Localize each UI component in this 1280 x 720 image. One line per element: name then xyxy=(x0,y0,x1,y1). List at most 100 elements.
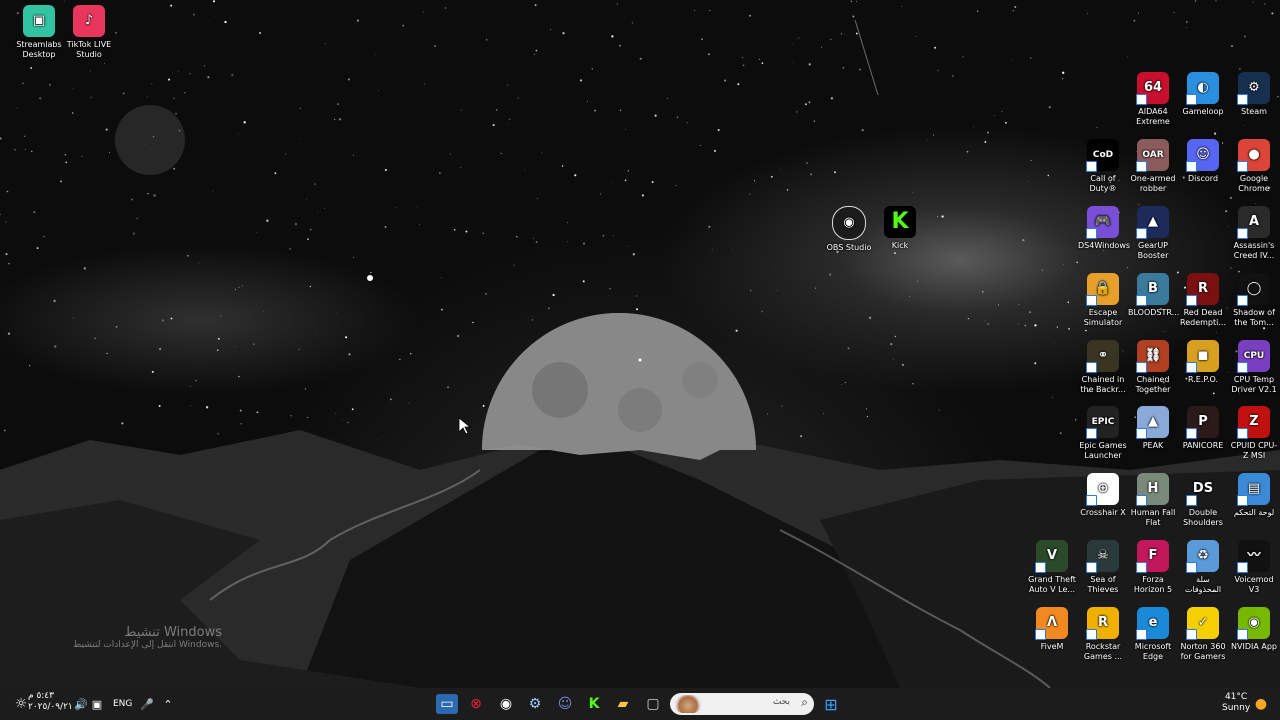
forza-horizon-5-icon[interactable]: F xyxy=(1136,540,1169,573)
microsoft-edge-icon[interactable]: e xyxy=(1136,607,1169,640)
desktop-shortcut[interactable]: ▲ PEAK xyxy=(1128,406,1178,451)
gta-v-icon[interactable]: V xyxy=(1035,540,1068,573)
crosshair-x-icon[interactable]: ⊕ xyxy=(1086,473,1119,506)
desktop-shortcut[interactable]: EPIC Epic Games Launcher xyxy=(1078,406,1128,461)
nvidia-app-icon[interactable]: ◉ xyxy=(1237,607,1270,640)
obs-studio-icon[interactable]: ◉ xyxy=(832,206,866,240)
desktop-shortcut[interactable]: 🔒 Escape Simulator xyxy=(1078,273,1128,328)
icon-label: PANICORE xyxy=(1182,441,1224,450)
red-dead-redemption-icon[interactable]: R xyxy=(1186,273,1219,306)
star xyxy=(667,97,668,99)
desktop-shortcut[interactable]: A Assassin's Creed IV... xyxy=(1229,206,1279,261)
taskbar-app-file-explorer[interactable]: ▰ xyxy=(612,694,634,714)
taskbar-app-obs[interactable]: ◉ xyxy=(495,694,517,714)
bloodstrike-icon[interactable]: B xyxy=(1136,273,1169,306)
desktop-shortcut[interactable]: ☺ Discord xyxy=(1178,139,1228,184)
desktop-shortcut[interactable]: 🎮 DS4Windows xyxy=(1078,206,1130,251)
star xyxy=(582,242,586,245)
discord-icon[interactable]: ☺ xyxy=(1186,139,1219,172)
weather-widget[interactable]: 41°C Sunny xyxy=(1222,692,1250,714)
desktop-shortcut[interactable]: ✓ Norton 360 for Gamers xyxy=(1178,607,1228,662)
desktop-shortcut[interactable]: OAR One-armed robber xyxy=(1128,139,1178,194)
taskbar-app-kick[interactable]: K xyxy=(583,694,605,714)
desktop-shortcut[interactable]: V Grand Theft Auto V Le... xyxy=(1027,540,1077,595)
tiktok-live-studio-icon[interactable]: ♪ xyxy=(73,5,105,37)
desktop-shortcut[interactable]: R Red Dead Redempti... xyxy=(1178,273,1228,328)
desktop-shortcut[interactable]: ● Google Chrome xyxy=(1229,139,1279,194)
aida64-icon[interactable]: 64 xyxy=(1136,72,1169,105)
desktop-shortcut[interactable]: ⛓ Chained Together xyxy=(1128,340,1178,395)
gearup-booster-icon[interactable]: ▲ xyxy=(1136,206,1169,239)
desktop-shortcut[interactable]: ♻ سلة المحذوفات xyxy=(1178,540,1228,595)
desktop-shortcut[interactable]: ⊕ Crosshair X xyxy=(1078,473,1128,518)
desktop-shortcut[interactable]: H Human Fall Flat xyxy=(1128,473,1178,528)
desktop-shortcut[interactable]: ◐ Gameloop xyxy=(1178,72,1228,117)
google-chrome-icon[interactable]: ● xyxy=(1237,139,1270,172)
one-armed-robber-icon[interactable]: OAR xyxy=(1136,139,1169,172)
desktop-shortcut[interactable]: CoD Call of Duty® xyxy=(1078,139,1128,194)
desktop-shortcut[interactable]: ⚙ Steam xyxy=(1229,72,1279,117)
taskbar-app-window[interactable]: ▢ xyxy=(642,694,664,714)
star xyxy=(217,433,219,435)
chained-together-icon[interactable]: ⛓ xyxy=(1136,340,1169,373)
language-indicator[interactable]: ENG xyxy=(113,699,132,709)
desktop-shortcut[interactable]: ▲ GearUP Booster xyxy=(1128,206,1178,261)
desktop-shortcut[interactable]: ⚭ Chained in the Backr... xyxy=(1078,340,1128,395)
star xyxy=(800,435,803,438)
desktop-shortcut[interactable]: DS Double Shoulders xyxy=(1178,473,1228,528)
human-fall-flat-icon[interactable]: H xyxy=(1136,473,1169,506)
peak-icon[interactable]: ▲ xyxy=(1136,406,1169,439)
streamlabs-desktop-icon[interactable]: ▣ xyxy=(23,5,55,37)
desktop-shortcut[interactable]: B BLOODSTR... xyxy=(1128,273,1179,318)
desktop-shortcut[interactable]: R Rockstar Games ... xyxy=(1078,607,1128,662)
star xyxy=(324,208,325,209)
shadow-of-the-tomb-raider-icon[interactable]: ◯ xyxy=(1237,273,1270,306)
steam-icon[interactable]: ⚙ xyxy=(1237,72,1270,105)
desktop-shortcut[interactable]: 〰 Voicemod V3 xyxy=(1229,540,1279,595)
panicore-icon[interactable]: P xyxy=(1186,406,1219,439)
assassins-creed-icon[interactable]: A xyxy=(1237,206,1270,239)
chained-in-the-backrooms-icon[interactable]: ⚭ xyxy=(1086,340,1119,373)
desktop-shortcut[interactable]: F Forza Horizon 5 xyxy=(1128,540,1178,595)
taskbar-app-record[interactable]: ⊗ xyxy=(465,694,487,714)
star xyxy=(1230,267,1232,269)
sea-of-thieves-icon[interactable]: ☠ xyxy=(1086,540,1119,573)
kick-icon[interactable]: K xyxy=(884,206,916,238)
chevron-up-icon[interactable]: ⌃ xyxy=(157,694,179,714)
wifi-icon[interactable]: ▣ xyxy=(86,694,108,714)
recycle-bin-icon[interactable]: ♻ xyxy=(1186,540,1219,573)
fivem-icon[interactable]: Λ xyxy=(1035,607,1068,640)
desktop-shortcut[interactable]: CPU CPU Temp Driver V2.1 xyxy=(1229,340,1279,395)
desktop-shortcut[interactable]: ☠ Sea of Thieves xyxy=(1078,540,1128,595)
desktop-shortcut[interactable]: e Microsoft Edge xyxy=(1128,607,1178,662)
voicemod-icon[interactable]: 〰 xyxy=(1237,540,1270,573)
desktop-shortcut[interactable]: ◉ NVIDIA App xyxy=(1229,607,1279,652)
gameloop-icon[interactable]: ◐ xyxy=(1186,72,1219,105)
ds4windows-icon[interactable]: 🎮 xyxy=(1086,206,1119,239)
desktop-shortcut[interactable]: ◯ Shadow of the Tom... xyxy=(1229,273,1279,328)
escape-simulator-icon[interactable]: 🔒 xyxy=(1086,273,1119,306)
cpu-temp-driver-icon[interactable]: CPU xyxy=(1237,340,1270,373)
double-shoulders-icon[interactable]: DS xyxy=(1186,473,1219,506)
taskbar-app-discord[interactable]: ☺ xyxy=(554,694,576,714)
desktop-shortcut[interactable]: Z CPUID CPU-Z MSI xyxy=(1229,406,1279,461)
taskbar-search-box[interactable]: بحث ⌕ xyxy=(670,693,814,715)
repo-icon[interactable]: ◼ xyxy=(1186,340,1219,373)
taskbar-app-steam[interactable]: ⚙ xyxy=(524,694,546,714)
epic-games-launcher-icon[interactable]: EPIC xyxy=(1086,406,1119,439)
desktop-shortcut[interactable]: ◼ R.E.P.O. xyxy=(1178,340,1228,385)
desktop-shortcut[interactable]: ▤ لوحة التحكم xyxy=(1229,473,1279,518)
desktop-shortcut[interactable]: P PANICORE xyxy=(1178,406,1228,451)
rockstar-games-icon[interactable]: R xyxy=(1086,607,1119,640)
start-button-icon[interactable]: ⊞ xyxy=(820,694,842,714)
desktop-shortcut[interactable]: 64 AIDA64 Extreme xyxy=(1128,72,1178,127)
microphone-icon[interactable]: 🎤 xyxy=(136,694,158,714)
cpu-z-msi-icon[interactable]: Z xyxy=(1237,406,1270,439)
clock[interactable]: ٥:٤٣ م ٢٠٢٥/٠٩/٢١ xyxy=(28,691,73,713)
call-of-duty-icon[interactable]: CoD xyxy=(1086,139,1119,172)
taskbar-app-screen[interactable]: ▭ xyxy=(436,694,458,714)
control-panel-icon[interactable]: ▤ xyxy=(1237,473,1270,506)
desktop-shortcut[interactable]: Λ FiveM xyxy=(1027,607,1077,652)
desktop[interactable]: ▣ Streamlabs Desktop ♪ TikTok LIVE Studi… xyxy=(0,0,1280,688)
norton-360-icon[interactable]: ✓ xyxy=(1186,607,1219,640)
